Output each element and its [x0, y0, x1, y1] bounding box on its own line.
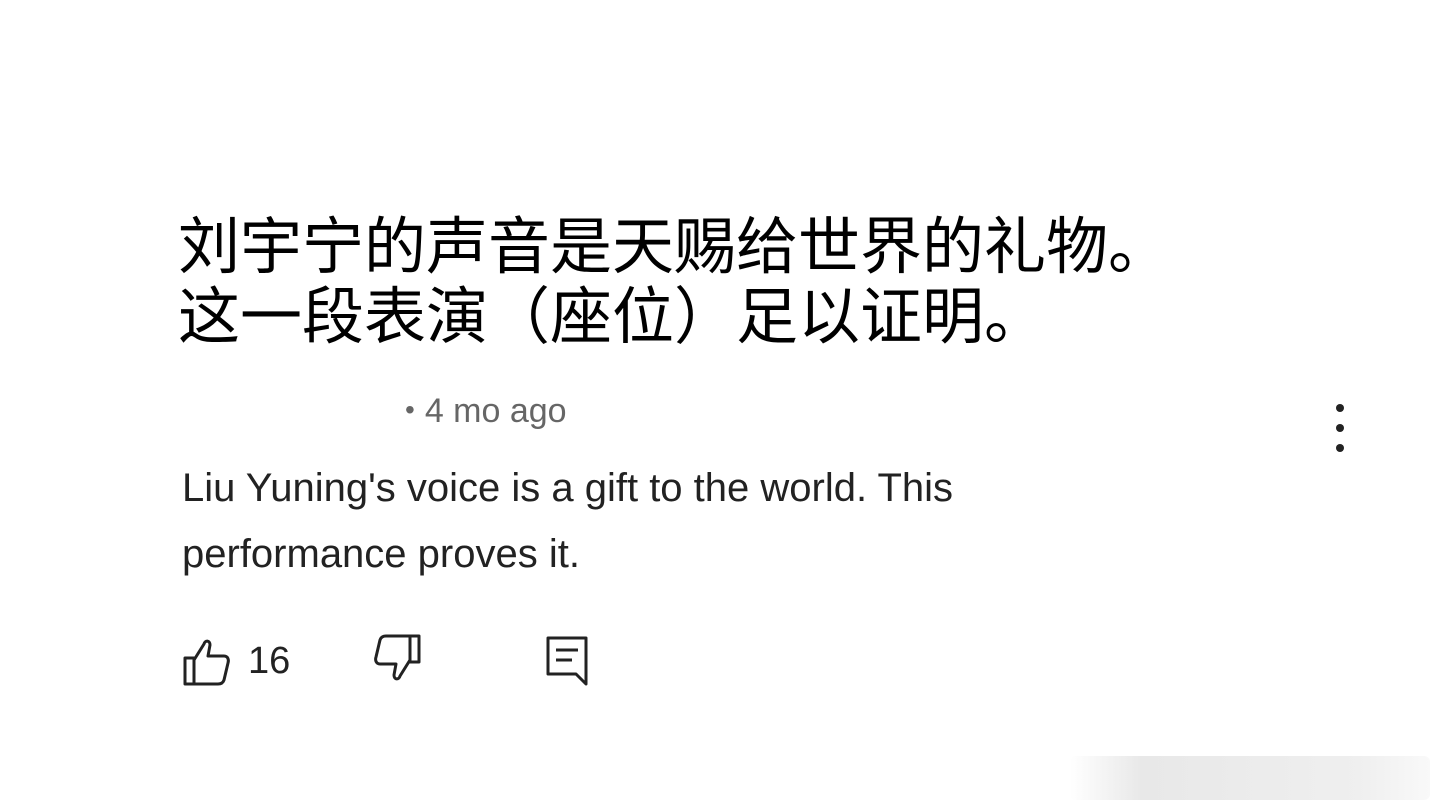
- watermark: [1070, 756, 1430, 800]
- comment-timestamp[interactable]: 4 mo ago: [425, 392, 567, 430]
- like-count: 16: [248, 640, 291, 682]
- caption-line-1: 刘宇宁的声音是天赐给世界的礼物。: [178, 210, 1171, 283]
- reply-comment-icon: [546, 636, 588, 686]
- like-button[interactable]: [180, 632, 232, 688]
- thumbs-up-icon: [183, 639, 230, 686]
- dislike-button[interactable]: [372, 632, 424, 688]
- comment-meta: • 4 mo ago: [405, 392, 567, 431]
- more-vertical-icon-dot: [1336, 444, 1344, 452]
- caption-line-2: 这一段表演（座位）足以证明。: [178, 280, 1047, 353]
- more-options-button[interactable]: [1322, 404, 1358, 452]
- meta-separator: •: [405, 394, 415, 425]
- comment-text: Liu Yuning's voice is a gift to the worl…: [182, 455, 1182, 587]
- more-vertical-icon-dot: [1336, 424, 1344, 432]
- comment-text-line-2: performance proves it.: [182, 532, 580, 576]
- thumbs-down-icon: [374, 634, 421, 681]
- chinese-caption: 刘宇宁的声音是天赐给世界的礼物。 这一段表演（座位）足以证明。: [178, 212, 1378, 352]
- comment-text-line-1: Liu Yuning's voice is a gift to the worl…: [182, 466, 954, 510]
- reply-button[interactable]: [542, 632, 594, 688]
- more-vertical-icon: [1336, 404, 1344, 412]
